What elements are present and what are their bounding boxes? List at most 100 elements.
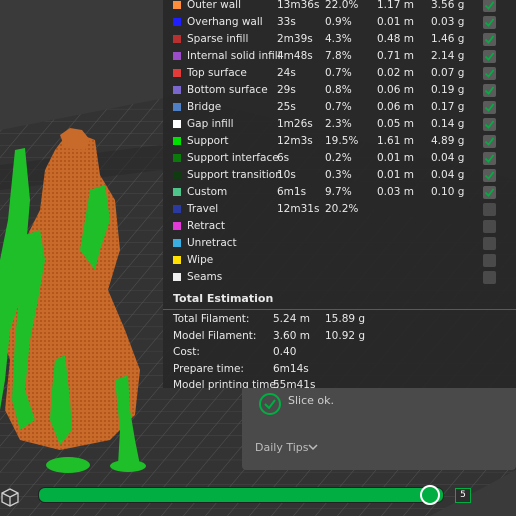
legend-panel: Outer wall 13m36s 22.0% 1.17 m 3.56 g Overhan… xyxy=(163,0,516,391)
visibility-checkbox[interactable] xyxy=(483,254,496,267)
legend-percent: 4.3% xyxy=(325,33,352,45)
chevron-down-icon[interactable] xyxy=(308,443,318,451)
estimation-title: Total Estimation xyxy=(173,292,274,305)
color-swatch xyxy=(173,18,181,26)
legend-name: Wipe xyxy=(187,254,214,266)
checkmark-icon xyxy=(484,86,495,95)
checkmark-icon xyxy=(484,69,495,78)
color-swatch xyxy=(173,188,181,196)
checkmark-icon xyxy=(484,171,495,180)
legend-length: 0.71 m xyxy=(377,50,414,62)
legend-percent: 0.2% xyxy=(325,152,352,164)
estimation-row: Model Filament: 3.60 m 10.92 g xyxy=(173,328,503,344)
legend-time: 2m39s xyxy=(277,33,313,45)
legend-weight: 0.04 g xyxy=(431,169,465,181)
legend-name: Support transition xyxy=(187,169,282,181)
color-swatch xyxy=(173,256,181,264)
legend-name: Support interface xyxy=(187,152,279,164)
legend-length: 0.01 m xyxy=(377,169,414,181)
legend-time: 25s xyxy=(277,101,296,113)
visibility-checkbox[interactable] xyxy=(483,135,496,148)
estimation-label: Prepare time: xyxy=(173,362,244,375)
legend-weight: 0.03 g xyxy=(431,16,465,28)
visibility-checkbox[interactable] xyxy=(483,271,496,284)
legend-row: Retract xyxy=(163,218,516,235)
divider xyxy=(163,309,516,310)
legend-percent: 0.8% xyxy=(325,84,352,96)
daily-tips-toggle[interactable]: Daily Tips xyxy=(255,441,308,454)
legend-row: Internal solid infill 4m48s 7.8% 0.71 m 2.14… xyxy=(163,48,516,65)
legend-percent: 2.3% xyxy=(325,118,352,130)
color-swatch xyxy=(173,69,181,77)
legend-time: 1m26s xyxy=(277,118,313,130)
visibility-checkbox[interactable] xyxy=(483,101,496,114)
checkmark-icon xyxy=(484,52,495,61)
legend-name: Seams xyxy=(187,271,223,283)
legend-row: Outer wall 13m36s 22.0% 1.17 m 3.56 g xyxy=(163,0,516,14)
legend-time: 12m31s xyxy=(277,203,320,215)
visibility-checkbox[interactable] xyxy=(483,50,496,63)
visibility-checkbox[interactable] xyxy=(483,152,496,165)
legend-row: Unretract xyxy=(163,235,516,252)
legend-weight: 1.46 g xyxy=(431,33,465,45)
checkmark-icon xyxy=(484,35,495,44)
visibility-checkbox[interactable] xyxy=(483,67,496,80)
estimation-row: Prepare time: 6m14s xyxy=(173,361,503,377)
color-swatch xyxy=(173,120,181,128)
legend-time: 10s xyxy=(277,169,296,181)
visibility-checkbox[interactable] xyxy=(483,16,496,29)
legend-name: Overhang wall xyxy=(187,16,263,28)
legend-weight: 0.14 g xyxy=(431,118,465,130)
legend-name: Unretract xyxy=(187,237,237,249)
legend-length: 0.06 m xyxy=(377,84,414,96)
legend-percent: 19.5% xyxy=(325,135,359,147)
visibility-checkbox[interactable] xyxy=(483,237,496,250)
color-swatch xyxy=(173,35,181,43)
legend-name: Top surface xyxy=(187,67,247,79)
visibility-checkbox[interactable] xyxy=(483,220,496,233)
color-swatch xyxy=(173,205,181,213)
visibility-checkbox[interactable] xyxy=(483,203,496,216)
legend-time: 29s xyxy=(277,84,296,96)
checkmark-icon xyxy=(484,1,495,10)
legend-length: 1.17 m xyxy=(377,0,414,11)
legend-time: 13m36s xyxy=(277,0,320,11)
legend-row: Support transition 10s 0.3% 0.01 m 0.04 g xyxy=(163,167,516,184)
checkmark-icon xyxy=(484,154,495,163)
visibility-checkbox[interactable] xyxy=(483,33,496,46)
visibility-checkbox[interactable] xyxy=(483,84,496,97)
view-cube-icon[interactable] xyxy=(0,487,20,509)
visibility-checkbox[interactable] xyxy=(483,169,496,182)
legend-row: Sparse infill 2m39s 4.3% 0.48 m 1.46 g xyxy=(163,31,516,48)
layer-slider-track[interactable] xyxy=(38,487,444,503)
estimation-label: Model Filament: xyxy=(173,329,257,342)
legend-row: Support 12m3s 19.5% 1.61 m 4.89 g xyxy=(163,133,516,150)
color-swatch xyxy=(173,52,181,60)
legend-name: Support xyxy=(187,135,229,147)
legend-length: 1.61 m xyxy=(377,135,414,147)
estimation-value: 3.60 m xyxy=(273,329,310,342)
estimation-value: 5.24 m xyxy=(273,313,310,325)
legend-length: 0.02 m xyxy=(377,67,414,79)
legend-percent: 7.8% xyxy=(325,50,352,62)
legend-row: Overhang wall 33s 0.9% 0.01 m 0.03 g xyxy=(163,14,516,31)
legend-row: Seams xyxy=(163,269,516,286)
estimation-value-secondary: 15.89 g xyxy=(325,313,366,325)
color-swatch xyxy=(173,86,181,94)
visibility-checkbox[interactable] xyxy=(483,0,496,12)
color-swatch xyxy=(173,137,181,145)
legend-row: Custom 6m1s 9.7% 0.03 m 0.10 g xyxy=(163,184,516,201)
legend-length: 0.01 m xyxy=(377,152,414,164)
legend-length: 0.03 m xyxy=(377,186,414,198)
estimation-value: 0.40 xyxy=(273,346,297,358)
color-swatch xyxy=(173,1,181,9)
legend-time: 6m1s xyxy=(277,186,307,198)
visibility-checkbox[interactable] xyxy=(483,186,496,199)
slice-notification: Slice ok. Daily Tips xyxy=(242,388,516,470)
checkmark-icon xyxy=(484,120,495,129)
color-swatch xyxy=(173,154,181,162)
legend-row: Support interface 6s 0.2% 0.01 m 0.04 g xyxy=(163,150,516,167)
layer-slider-handle[interactable] xyxy=(419,485,440,505)
visibility-checkbox[interactable] xyxy=(483,118,496,131)
layer-number: 5 xyxy=(455,488,471,503)
